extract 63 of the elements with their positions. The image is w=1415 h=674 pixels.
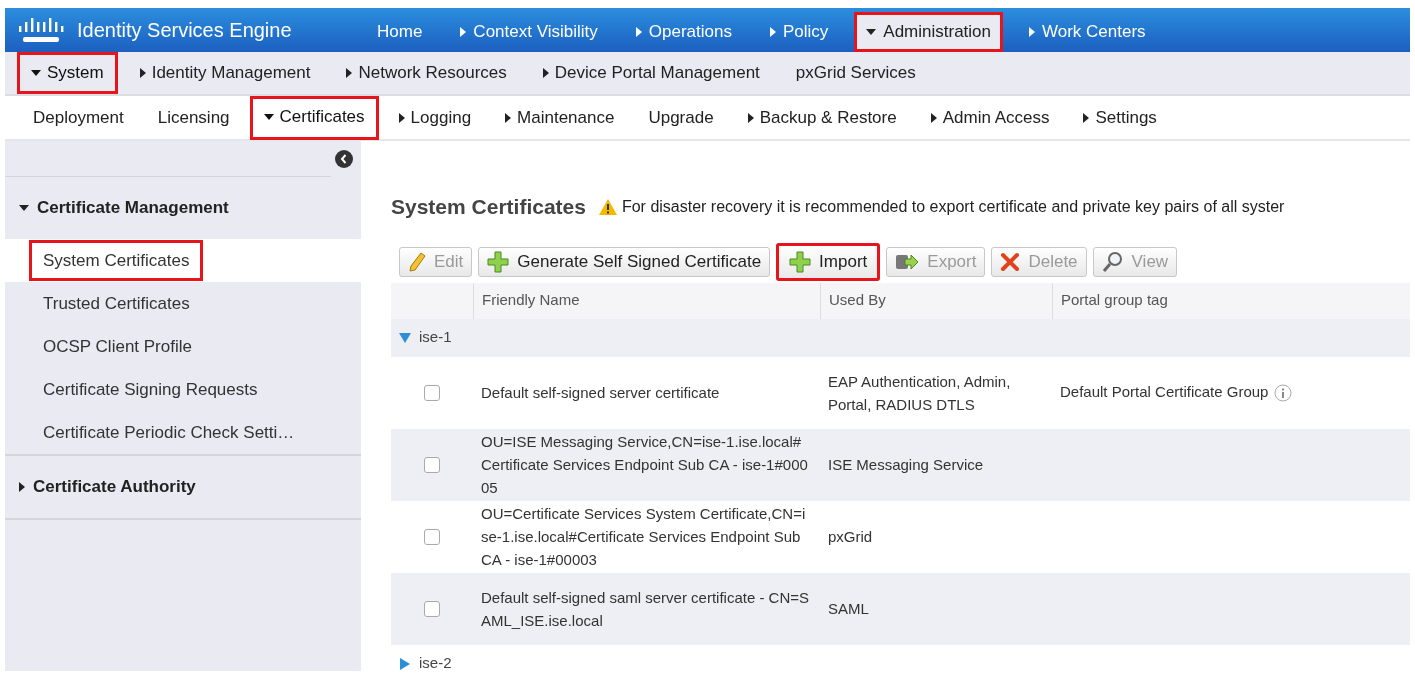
tertiary-nav-tab[interactable]: Maintenance bbox=[491, 95, 629, 140]
tertiary-nav-tab[interactable]: Upgrade bbox=[634, 95, 728, 140]
top-nav-tab[interactable]: Work Centers bbox=[1017, 12, 1158, 52]
group-row[interactable]: ise-1 bbox=[399, 326, 452, 349]
magnifier-icon bbox=[1101, 250, 1124, 273]
warning-icon bbox=[597, 197, 618, 216]
collapse-icon[interactable] bbox=[335, 149, 353, 168]
sidebar-item[interactable]: Certificate Signing Requests bbox=[5, 368, 361, 411]
sidebar-item[interactable]: OCSP Client Profile bbox=[5, 325, 361, 368]
sidebar-section-header[interactable]: Certificate Management bbox=[5, 177, 361, 239]
sidebar-item[interactable]: Certificate Periodic Check Setti… bbox=[5, 411, 361, 454]
table-cell: OU=ISE Messaging Service,CN=ise-1.ise.local#Certificate Services Endpoint Sub CA - ise-1#00005 bbox=[481, 433, 808, 496]
tertiary-nav-tab[interactable]: Admin Access bbox=[916, 95, 1064, 140]
column-header: Portal group tag bbox=[1052, 282, 1410, 319]
tertiary-nav-tab[interactable]: Backup & Restore bbox=[733, 95, 911, 140]
sidebar-item[interactable]: System Certificates bbox=[5, 239, 361, 282]
top-nav-tab[interactable]: Administration bbox=[854, 12, 1003, 52]
tertiary-nav-tab[interactable]: Certificates bbox=[249, 95, 379, 140]
top-nav-tab[interactable]: Context Visibility bbox=[448, 12, 610, 52]
row-checkbox[interactable] bbox=[424, 384, 440, 401]
plus-icon bbox=[789, 250, 812, 273]
toolbar-button[interactable]: Import bbox=[776, 242, 881, 281]
caret-right-icon bbox=[19, 482, 25, 492]
sidebar-item[interactable]: Trusted Certificates bbox=[5, 282, 361, 325]
table-cell-text: Default Portal Certificate Group bbox=[1060, 382, 1269, 403]
top-nav-tab[interactable]: Policy bbox=[757, 12, 841, 52]
triangle-right-icon bbox=[399, 657, 411, 670]
toolbar-button[interactable]: Generate Self Signed Certificate bbox=[478, 246, 771, 277]
tertiary-nav-tab[interactable]: Licensing bbox=[143, 95, 244, 140]
table-cell: EAP Authentication, Admin, Portal, RADIUS DTLS bbox=[828, 372, 1011, 413]
warning-message: For disaster recovery it is recommended to export certificate and private key pairs of all syster bbox=[621, 196, 1285, 217]
table-cell: OU=Certificate Services System Certificate,CN=ise-1.ise.local#Certificate Services Endpoint Sub CA - ise-1#00003 bbox=[481, 505, 806, 568]
triangle-down-icon bbox=[399, 331, 411, 344]
pencil-icon bbox=[408, 251, 426, 272]
secondary-nav-tab[interactable]: pxGrid Services bbox=[781, 52, 930, 94]
group-row[interactable]: ise-2 bbox=[399, 652, 452, 674]
row-checkbox[interactable] bbox=[424, 600, 440, 617]
tertiary-nav-tab[interactable]: Settings bbox=[1069, 95, 1171, 140]
table-cell: Default self-signed server certificate bbox=[481, 384, 720, 401]
logo-icon bbox=[17, 16, 65, 44]
app-title: Identity Services Engine bbox=[77, 18, 292, 43]
caret-down-icon bbox=[19, 205, 29, 211]
table-cell: pxGrid bbox=[828, 528, 873, 545]
row-checkbox[interactable] bbox=[424, 456, 440, 473]
table-cell: ISE Messaging Service bbox=[828, 456, 984, 473]
top-nav-tab[interactable]: Operations bbox=[623, 12, 744, 52]
tertiary-nav-tab[interactable]: Logging bbox=[384, 95, 486, 140]
secondary-nav-tab[interactable]: System bbox=[17, 52, 118, 94]
delete-x-icon bbox=[1000, 251, 1021, 272]
info-icon[interactable] bbox=[1274, 383, 1293, 402]
table-cell: Default self-signed saml server certificate - CN=SAML_ISE.ise.local bbox=[481, 588, 810, 629]
page-title: System Certificates bbox=[391, 194, 586, 220]
top-nav-tab[interactable]: Home bbox=[365, 12, 435, 52]
sidebar-section-header[interactable]: Certificate Authority bbox=[5, 456, 361, 518]
plus-icon bbox=[487, 250, 510, 273]
column-header: Used By bbox=[820, 282, 1052, 319]
tertiary-nav-tab[interactable]: Deployment bbox=[19, 95, 138, 140]
column-header: Friendly Name bbox=[473, 282, 820, 319]
table-cell: SAML bbox=[828, 600, 869, 617]
secondary-nav-tab[interactable]: Network Resources bbox=[332, 52, 521, 94]
secondary-nav-tab[interactable]: Device Portal Management bbox=[528, 52, 774, 94]
secondary-nav-tab[interactable]: Identity Management bbox=[125, 52, 325, 94]
row-checkbox[interactable] bbox=[424, 528, 440, 545]
